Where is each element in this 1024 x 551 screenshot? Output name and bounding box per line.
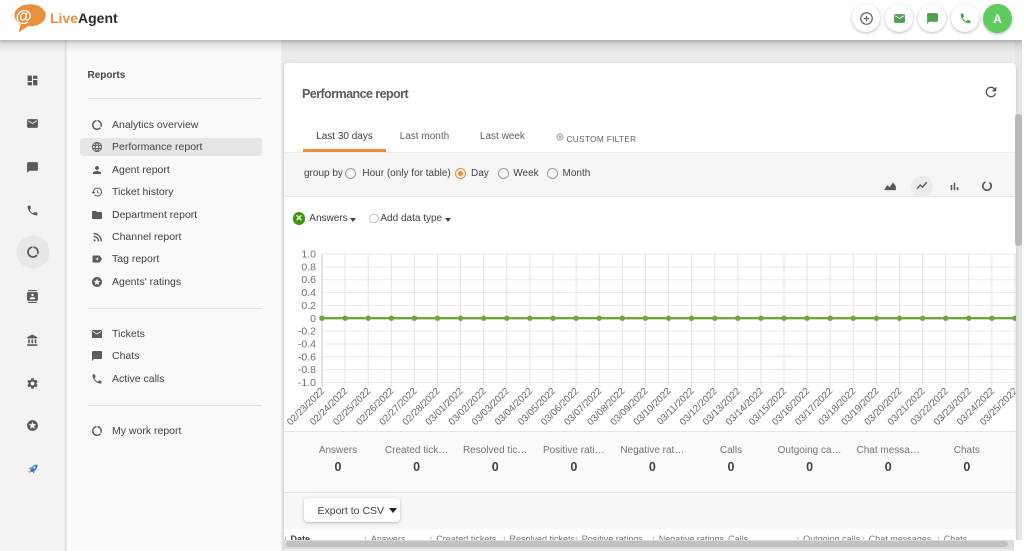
svg-text:-1.0: -1.0 xyxy=(297,377,315,389)
svg-text:-0.6: -0.6 xyxy=(297,351,315,363)
svg-text:0: 0 xyxy=(310,313,316,325)
svg-text:0.6: 0.6 xyxy=(301,274,316,286)
svg-text:0.4: 0.4 xyxy=(301,287,316,299)
svg-text:-0.2: -0.2 xyxy=(297,326,315,338)
svg-text:0.8: 0.8 xyxy=(301,261,316,273)
svg-text:@: @ xyxy=(16,8,32,26)
svg-text:1.0: 1.0 xyxy=(301,249,316,261)
svg-text:-0.8: -0.8 xyxy=(297,364,315,376)
svg-text:0.2: 0.2 xyxy=(301,300,316,312)
svg-text:-0.4: -0.4 xyxy=(297,339,315,351)
